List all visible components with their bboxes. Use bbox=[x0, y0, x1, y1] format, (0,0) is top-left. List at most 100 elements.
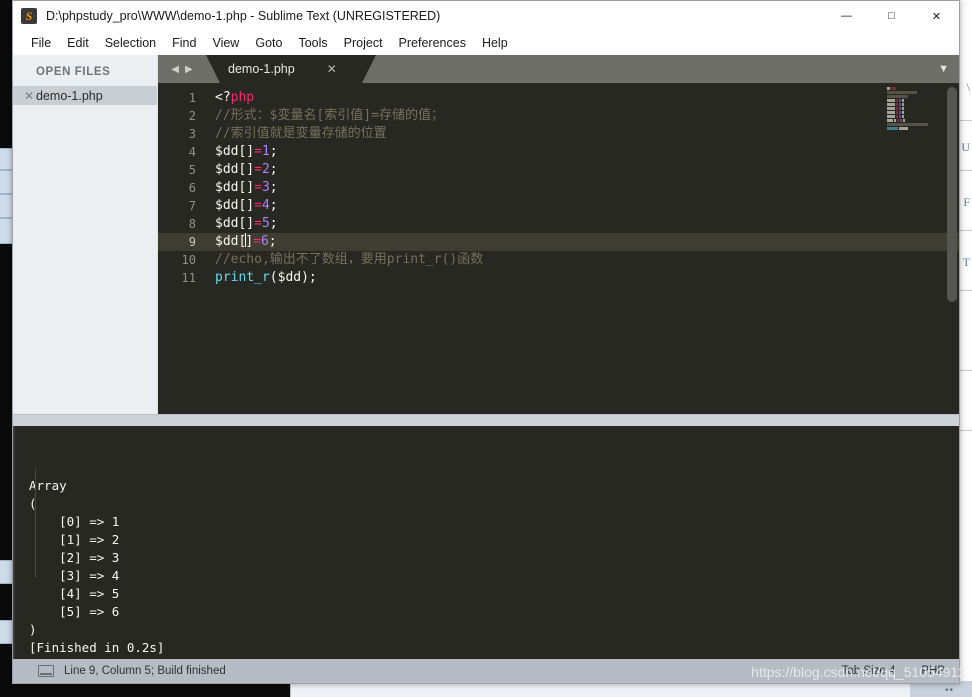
minimize-button[interactable]: — bbox=[824, 1, 869, 31]
line-number-3: 3 bbox=[188, 127, 196, 141]
line-number-8: 8 bbox=[188, 217, 196, 231]
minimap-token bbox=[887, 95, 908, 98]
menu-selection[interactable]: Selection bbox=[97, 34, 164, 52]
editor-vertical-scrollbar[interactable] bbox=[947, 87, 957, 414]
menu-project[interactable]: Project bbox=[336, 34, 391, 52]
editor-column: ◀ ▶ demo-1.php ✕ ▼ 1 2 3 4 5 6 7 8 9 10 11 <?php//… bbox=[158, 55, 959, 414]
chevron-down-icon[interactable]: ▼ bbox=[938, 55, 949, 83]
code-token: $dd[] bbox=[215, 180, 255, 195]
minimap-token bbox=[887, 91, 917, 94]
background-left-column bbox=[0, 0, 12, 697]
console-line-1: ( bbox=[29, 496, 37, 511]
minimap-line bbox=[887, 99, 945, 102]
menu-view[interactable]: View bbox=[204, 34, 247, 52]
code-token: 6 bbox=[260, 234, 269, 249]
line-number-1: 1 bbox=[188, 91, 196, 105]
maximize-button[interactable]: □ bbox=[869, 1, 914, 31]
console-line-7: [5] => 6 bbox=[29, 604, 120, 619]
minimap-token bbox=[887, 115, 895, 118]
sidebar: OPEN FILES ✕ demo-1.php bbox=[13, 55, 158, 414]
minimap-line bbox=[887, 107, 945, 110]
minimap-token bbox=[894, 119, 896, 122]
sidebar-header-open-files: OPEN FILES bbox=[36, 66, 111, 78]
minimap-token bbox=[903, 119, 905, 122]
sublime-logo-icon bbox=[21, 8, 37, 24]
code-line-6[interactable]: $dd[]=3; bbox=[205, 179, 959, 197]
code-line-4[interactable]: $dd[]=1; bbox=[205, 143, 959, 161]
line-number-2: 2 bbox=[188, 109, 196, 123]
minimap-token bbox=[887, 127, 898, 130]
minimap-line bbox=[887, 103, 945, 106]
code-token: = bbox=[254, 180, 262, 195]
minimap-line bbox=[887, 119, 945, 122]
minimap-token bbox=[899, 99, 901, 102]
close-icon[interactable]: ✕ bbox=[22, 89, 36, 103]
line-number-11: 11 bbox=[181, 271, 196, 285]
close-button[interactable]: ✕ bbox=[914, 1, 959, 31]
tab-label: demo-1.php bbox=[228, 62, 295, 76]
menu-edit[interactable]: Edit bbox=[59, 34, 97, 52]
minimap-token bbox=[902, 99, 904, 102]
console-line-6: [4] => 5 bbox=[29, 586, 120, 601]
background-glyph: \ bbox=[966, 80, 970, 94]
minimap-line bbox=[887, 115, 945, 118]
code-token: $dd[] bbox=[215, 216, 255, 231]
tab-close-icon[interactable]: ✕ bbox=[327, 62, 337, 76]
code-line-9[interactable]: $dd[]=6; bbox=[205, 233, 959, 251]
code-content[interactable]: <?php//形式：$变量名[索引值]=存储的值；//索引值就是变量存储的位置 $… bbox=[205, 83, 959, 414]
code-token: = bbox=[254, 198, 262, 213]
code-line-5[interactable]: $dd[]=2; bbox=[205, 161, 959, 179]
menu-preferences[interactable]: Preferences bbox=[391, 34, 474, 52]
tab-next-icon[interactable]: ▶ bbox=[185, 64, 193, 75]
code-token: ; bbox=[269, 162, 278, 177]
status-right-group: Tab Size 4 PHP bbox=[842, 665, 945, 677]
minimap-token bbox=[896, 115, 898, 118]
code-line-11[interactable]: print_r($dd); bbox=[205, 269, 959, 287]
menu-find[interactable]: Find bbox=[164, 34, 204, 52]
minimap[interactable] bbox=[887, 87, 945, 130]
console-line-3: [1] => 2 bbox=[29, 532, 120, 547]
minimap-line bbox=[887, 111, 945, 114]
code-editor[interactable]: 1 2 3 4 5 6 7 8 9 10 11 <?php//形式：$变量名[索引值]=存储的值； /… bbox=[158, 83, 959, 414]
code-token: ; bbox=[269, 180, 278, 195]
scrollbar-thumb[interactable] bbox=[947, 87, 957, 302]
menu-file[interactable]: File bbox=[23, 34, 59, 52]
menu-goto[interactable]: Goto bbox=[247, 34, 290, 52]
minimap-token bbox=[902, 115, 904, 118]
line-number-5: 5 bbox=[188, 163, 196, 177]
minimap-token bbox=[899, 115, 901, 118]
build-output-console[interactable]: Array ( [0] => 1 [1] => 2 [2] => 3 [3] =>… bbox=[13, 426, 959, 659]
sidebar-item-demo-1-php[interactable]: ✕ demo-1.php bbox=[13, 86, 157, 105]
code-line-7[interactable]: $dd[]=4; bbox=[205, 197, 959, 215]
minimap-token bbox=[902, 107, 904, 110]
line-number-10: 10 bbox=[181, 253, 196, 267]
code-line-10[interactable]: //echo,输出不了数组，要用print_r()函数 bbox=[205, 251, 959, 269]
panel-divider[interactable] bbox=[13, 414, 959, 426]
code-token: //echo,输出不了数组，要用print_r()函数 bbox=[215, 252, 484, 267]
code-line-3[interactable]: //索引值就是变量存储的位置 bbox=[205, 125, 959, 143]
code-token: ; bbox=[268, 234, 277, 249]
code-token: ; bbox=[269, 144, 278, 159]
line-number-9: 9 bbox=[158, 233, 205, 251]
status-tab-size[interactable]: Tab Size 4 bbox=[842, 665, 896, 677]
menu-tools[interactable]: Tools bbox=[290, 34, 335, 52]
code-token: ] bbox=[245, 234, 254, 249]
minimap-token bbox=[887, 123, 928, 126]
background-left-strip bbox=[0, 620, 12, 644]
code-line-1[interactable]: <?php bbox=[205, 89, 959, 107]
line-number-7: 7 bbox=[188, 199, 196, 213]
code-token: print_r bbox=[215, 270, 270, 285]
minimap-token bbox=[896, 103, 898, 106]
menu-bar: File Edit Selection Find View Goto Tools… bbox=[13, 31, 959, 55]
code-line-8[interactable]: $dd[]=5; bbox=[205, 215, 959, 233]
background-left-strip bbox=[0, 560, 12, 584]
status-syntax[interactable]: PHP bbox=[921, 665, 945, 677]
menu-help[interactable]: Help bbox=[474, 34, 516, 52]
code-line-2[interactable]: //形式：$变量名[索引值]=存储的值； bbox=[205, 107, 959, 125]
tab-demo-1-php[interactable]: demo-1.php ✕ bbox=[206, 55, 376, 83]
background-dots: •• bbox=[944, 685, 954, 696]
background-glyph: T bbox=[962, 255, 970, 269]
tab-prev-icon[interactable]: ◀ bbox=[171, 64, 179, 75]
code-token: = bbox=[254, 216, 262, 231]
title-bar[interactable]: D:\phpstudy_pro\WWW\demo-1.php - Sublime… bbox=[13, 1, 959, 31]
